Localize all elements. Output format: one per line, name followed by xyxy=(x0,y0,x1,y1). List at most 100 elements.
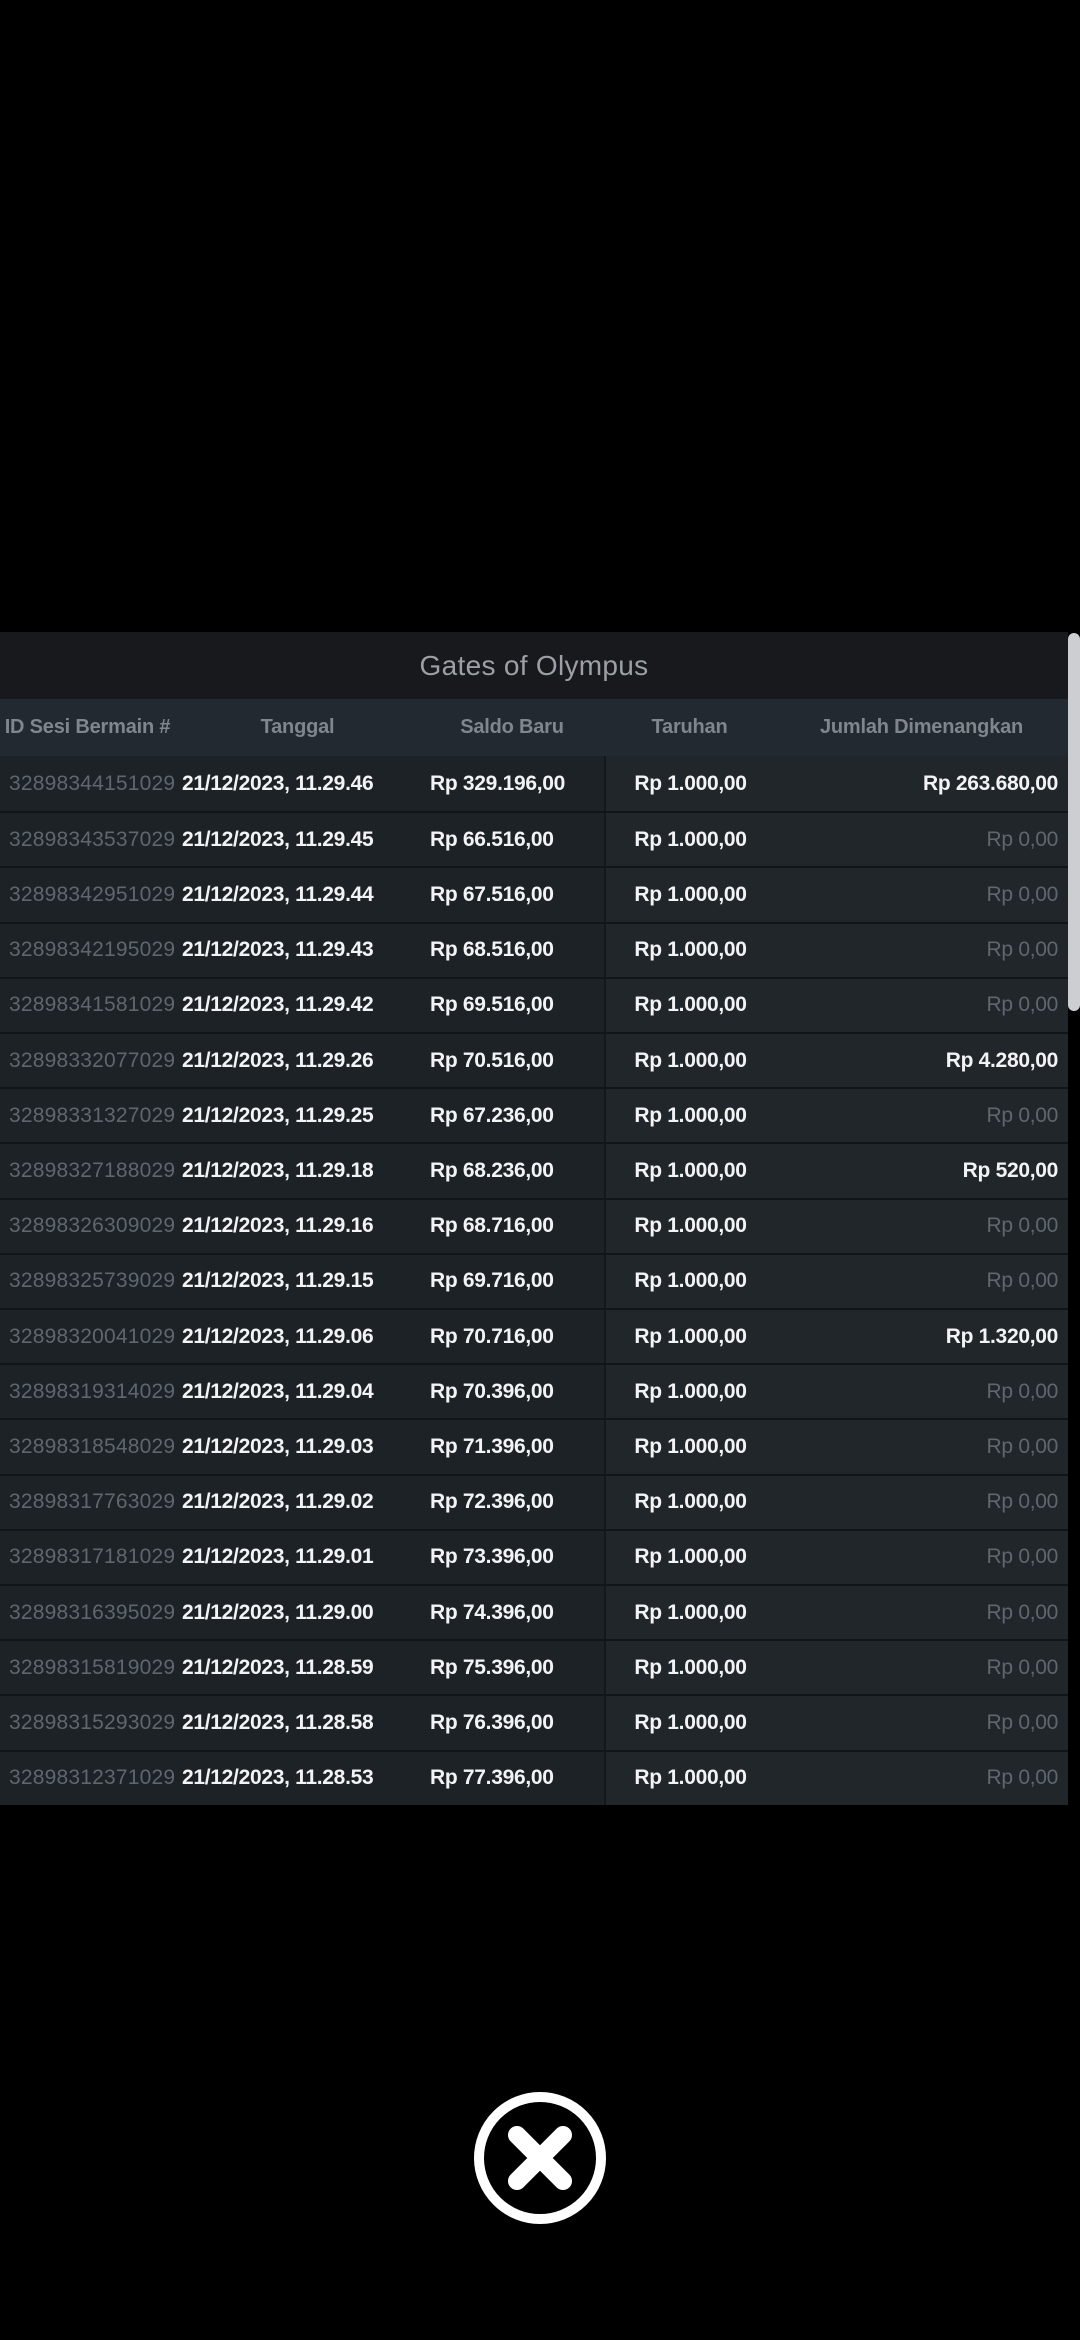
cell-session-id: 32898325739029 xyxy=(0,1252,175,1309)
cell-bet: Rp 1.000,00 xyxy=(604,976,775,1033)
header-cell-bet: Taruhan xyxy=(651,716,728,738)
cell-winnings: Rp 0,00 xyxy=(775,1584,1068,1640)
cell-bet: Rp 1.000,00 xyxy=(604,1252,775,1309)
cell-date: 21/12/2023, 11.29.00 xyxy=(175,1584,420,1640)
cell-bet: Rp 1.000,00 xyxy=(604,866,775,922)
cell-winnings: Rp 520,00 xyxy=(775,1142,1068,1198)
cell-balance: Rp 76.396,00 xyxy=(420,1694,604,1750)
cell-winnings: Rp 0,00 xyxy=(775,1087,1068,1143)
close-button[interactable] xyxy=(472,2090,608,2226)
cell-balance: Rp 70.396,00 xyxy=(420,1363,604,1419)
header-cell-session-id: ID Sesi Bermain # xyxy=(4,716,171,738)
cell-date: 21/12/2023, 11.29.16 xyxy=(175,1197,420,1253)
cell-balance: Rp 68.236,00 xyxy=(420,1142,604,1198)
cell-winnings: Rp 0,00 xyxy=(775,1473,1068,1529)
table-row: 32898327188029 21/12/2023, 11.29.18 Rp 6… xyxy=(0,1142,1068,1198)
cell-date: 21/12/2023, 11.29.06 xyxy=(175,1308,420,1364)
cell-session-id: 32898327188029 xyxy=(0,1142,175,1198)
cell-date: 21/12/2023, 11.28.58 xyxy=(175,1694,420,1750)
header-cell-date: Tanggal xyxy=(260,716,335,738)
cell-bet: Rp 1.000,00 xyxy=(604,1639,775,1695)
table-row: 32898320041029 21/12/2023, 11.29.06 Rp 7… xyxy=(0,1308,1068,1364)
cell-session-id: 32898331327029 xyxy=(0,1087,175,1143)
cell-date: 21/12/2023, 11.28.59 xyxy=(175,1639,420,1695)
table-row: 32898325739029 21/12/2023, 11.29.15 Rp 6… xyxy=(0,1252,1068,1309)
cell-balance: Rp 74.396,00 xyxy=(420,1584,604,1640)
cell-session-id: 32898342195029 xyxy=(0,921,175,977)
cell-date: 21/12/2023, 11.29.04 xyxy=(175,1363,420,1419)
cell-balance: Rp 70.516,00 xyxy=(420,1032,604,1088)
cell-session-id: 32898319314029 xyxy=(0,1363,175,1419)
cell-bet: Rp 1.000,00 xyxy=(604,1528,775,1585)
cell-bet: Rp 1.000,00 xyxy=(604,1308,775,1364)
cell-winnings: Rp 0,00 xyxy=(775,1197,1068,1253)
cell-bet: Rp 1.000,00 xyxy=(604,1087,775,1143)
cell-date: 21/12/2023, 11.29.43 xyxy=(175,921,420,977)
cell-session-id: 32898315819029 xyxy=(0,1639,175,1695)
cell-bet: Rp 1.000,00 xyxy=(604,921,775,977)
cell-balance: Rp 75.396,00 xyxy=(420,1639,604,1695)
cell-date: 21/12/2023, 11.29.03 xyxy=(175,1418,420,1474)
cell-bet: Rp 1.000,00 xyxy=(604,811,775,867)
table-row: 32898317763029 21/12/2023, 11.29.02 Rp 7… xyxy=(0,1473,1068,1529)
cell-winnings: Rp 0,00 xyxy=(775,1694,1068,1750)
cell-session-id: 32898343537029 xyxy=(0,811,175,867)
cell-balance: Rp 73.396,00 xyxy=(420,1528,604,1585)
table-row: 32898342951029 21/12/2023, 11.29.44 Rp 6… xyxy=(0,866,1068,922)
table-header: ID Sesi Bermain # Tanggal Saldo Baru Tar… xyxy=(0,699,1068,756)
table-row: 32898342195029 21/12/2023, 11.29.43 Rp 6… xyxy=(0,921,1068,977)
cell-winnings: Rp 0,00 xyxy=(775,811,1068,867)
cell-winnings: Rp 0,00 xyxy=(775,1418,1068,1474)
panel-title: Gates of Olympus xyxy=(0,632,1068,699)
cell-bet: Rp 1.000,00 xyxy=(604,1749,775,1805)
cell-bet: Rp 1.000,00 xyxy=(604,1142,775,1198)
cell-session-id: 32898317181029 xyxy=(0,1528,175,1585)
cell-date: 21/12/2023, 11.29.02 xyxy=(175,1473,420,1529)
cell-winnings: Rp 0,00 xyxy=(775,1252,1068,1309)
cell-balance: Rp 66.516,00 xyxy=(420,811,604,867)
table-row: 32898318548029 21/12/2023, 11.29.03 Rp 7… xyxy=(0,1418,1068,1474)
cell-winnings: Rp 0,00 xyxy=(775,866,1068,922)
cell-bet: Rp 1.000,00 xyxy=(604,1197,775,1253)
cell-session-id: 32898320041029 xyxy=(0,1308,175,1364)
cell-session-id: 32898317763029 xyxy=(0,1473,175,1529)
cell-session-id: 32898312371029 xyxy=(0,1749,175,1805)
cell-winnings: Rp 0,00 xyxy=(775,976,1068,1033)
cell-session-id: 32898341581029 xyxy=(0,976,175,1033)
cell-balance: Rp 77.396,00 xyxy=(420,1749,604,1805)
cell-session-id: 32898318548029 xyxy=(0,1418,175,1474)
cell-balance: Rp 329.196,00 xyxy=(420,756,604,812)
cell-bet: Rp 1.000,00 xyxy=(604,1584,775,1640)
cell-winnings: Rp 0,00 xyxy=(775,921,1068,977)
cell-session-id: 32898344151029 xyxy=(0,756,175,812)
cell-session-id: 32898316395029 xyxy=(0,1584,175,1640)
cell-balance: Rp 68.716,00 xyxy=(420,1197,604,1253)
table-body: 32898344151029 21/12/2023, 11.29.46 Rp 3… xyxy=(0,756,1068,1805)
scrollbar-thumb[interactable] xyxy=(1068,633,1080,1011)
cell-date: 21/12/2023, 11.29.46 xyxy=(175,756,420,812)
cell-date: 21/12/2023, 11.29.44 xyxy=(175,866,420,922)
table-row: 32898315293029 21/12/2023, 11.28.58 Rp 7… xyxy=(0,1694,1068,1750)
table-row: 32898316395029 21/12/2023, 11.29.00 Rp 7… xyxy=(0,1584,1068,1640)
cell-bet: Rp 1.000,00 xyxy=(604,756,775,812)
cell-date: 21/12/2023, 11.29.26 xyxy=(175,1032,420,1088)
cell-date: 21/12/2023, 11.29.01 xyxy=(175,1528,420,1585)
cell-session-id: 32898326309029 xyxy=(0,1197,175,1253)
table-row: 32898331327029 21/12/2023, 11.29.25 Rp 6… xyxy=(0,1087,1068,1143)
cell-bet: Rp 1.000,00 xyxy=(604,1363,775,1419)
cell-balance: Rp 68.516,00 xyxy=(420,921,604,977)
cell-date: 21/12/2023, 11.28.53 xyxy=(175,1749,420,1805)
cell-balance: Rp 72.396,00 xyxy=(420,1473,604,1529)
cell-balance: Rp 69.716,00 xyxy=(420,1252,604,1309)
cell-bet: Rp 1.000,00 xyxy=(604,1418,775,1474)
cell-balance: Rp 71.396,00 xyxy=(420,1418,604,1474)
cell-balance: Rp 70.716,00 xyxy=(420,1308,604,1364)
table-row: 32898312371029 21/12/2023, 11.28.53 Rp 7… xyxy=(0,1749,1068,1805)
cell-date: 21/12/2023, 11.29.15 xyxy=(175,1252,420,1309)
cell-bet: Rp 1.000,00 xyxy=(604,1032,775,1088)
cell-session-id: 32898315293029 xyxy=(0,1694,175,1750)
table-row: 32898344151029 21/12/2023, 11.29.46 Rp 3… xyxy=(0,756,1068,812)
table-row: 32898315819029 21/12/2023, 11.28.59 Rp 7… xyxy=(0,1639,1068,1695)
table-row: 32898326309029 21/12/2023, 11.29.16 Rp 6… xyxy=(0,1197,1068,1253)
table-row: 32898343537029 21/12/2023, 11.29.45 Rp 6… xyxy=(0,811,1068,867)
